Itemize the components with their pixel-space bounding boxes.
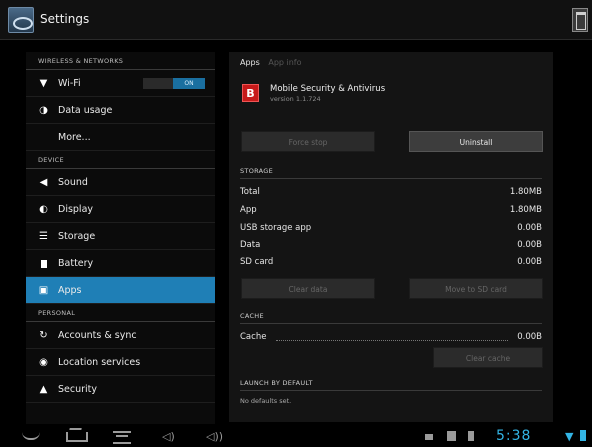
overflow-menu-icon[interactable] [572,8,588,32]
cache-header: CACHE [240,312,264,320]
move-to-sd-button[interactable]: Move to SD card [409,278,543,299]
row-value: 0.00B [517,332,542,342]
nav-item-security[interactable]: ▲ Security [26,376,215,403]
settings-app-icon[interactable] [8,7,34,33]
row-label: SD card [240,257,274,267]
app-version: version 1.1.724 [270,95,321,103]
uninstall-button[interactable]: Uninstall [409,131,543,152]
nav-item-more[interactable]: More... [26,124,215,151]
app-icon: B [242,84,259,102]
nav-item-battery[interactable]: Battery [26,250,215,277]
speaker-icon: ◀ [39,177,48,188]
row-label: App [240,205,257,215]
nav-item-label: Sound [58,177,88,188]
battery-icon [38,258,49,269]
nav-item-label: Location services [58,357,141,368]
nav-item-label: Storage [58,231,96,242]
nav-item-label: Display [58,204,94,215]
clear-data-button[interactable]: Clear data [241,278,375,299]
launch-default-header: LAUNCH BY DEFAULT [240,379,313,387]
action-bar-title: Settings [40,12,90,26]
nav-item-location[interactable]: ◉ Location services [26,349,215,376]
nav-item-label: Apps [58,285,82,296]
breadcrumb-apps[interactable]: Apps [240,58,260,67]
app-name: Mobile Security & Antivirus [270,84,386,94]
row-label: Data [240,240,261,250]
nav-item-data-usage[interactable]: ◑ Data usage [26,97,215,124]
nav-item-label: Data usage [58,105,113,116]
usb-icon [425,434,433,440]
row-value: 1.80MB [509,205,542,215]
breadcrumb-app-info: App info [268,58,302,67]
home-icon[interactable] [66,430,88,442]
section-header-personal: PERSONAL [26,304,215,322]
nav-item-storage[interactable]: ☰ Storage [26,223,215,250]
row-label: Total [240,187,260,197]
volume-down-icon[interactable]: ◁) [162,430,175,444]
nav-item-label: Battery [58,258,94,269]
apps-icon: ▣ [38,285,49,296]
storage-header: STORAGE [240,167,274,175]
nav-item-label: Accounts & sync [58,330,137,341]
lock-icon: ▲ [39,384,48,395]
row-value: 0.00B [517,240,542,250]
system-bar: ◁) ◁)) 5:38 ▼ [0,427,592,447]
nav-item-label: More... [58,132,91,143]
storage-row-app: App 1.80MB [240,202,542,219]
nav-item-label: Wi-Fi [58,78,81,89]
app-info-panel: Apps App info B Mobile Security & Antivi… [229,52,553,422]
volume-up-icon[interactable]: ◁)) [206,430,223,444]
storage-row-usb: USB storage app 0.00B [240,220,542,237]
sd-card-icon [468,431,474,441]
row-value: 0.00B [517,257,542,267]
divider [240,323,542,324]
nav-item-display[interactable]: ◐ Display [26,196,215,223]
force-stop-button[interactable]: Force stop [241,131,375,152]
divider [240,178,542,179]
toggle-state: ON [173,78,205,89]
storage-row-sd-card: SD card 0.00B [240,254,542,271]
storage-icon: ☰ [39,231,48,242]
nav-item-accounts-sync[interactable]: ↻ Accounts & sync [26,322,215,349]
display-icon: ◐ [39,204,48,215]
app-header: B Mobile Security & Antivirus version 1.… [229,74,553,112]
row-value: 0.00B [517,223,542,233]
wifi-signal-icon: ▼ [565,430,574,443]
section-header-wireless: WIRELESS & NETWORKS [26,52,215,70]
nav-item-wifi[interactable]: ▼ Wi-Fi ON [26,70,215,97]
row-value: 1.80MB [509,187,542,197]
storage-row-data: Data 0.00B [240,237,542,254]
nav-item-sound[interactable]: ◀ Sound [26,169,215,196]
row-label: Cache [240,332,267,342]
clock: 5:38 [496,428,532,444]
wifi-toggle[interactable]: ON [143,78,205,89]
dotted-leader [276,340,508,341]
recent-apps-icon[interactable] [113,430,133,444]
notification-icon [447,431,456,441]
data-usage-icon: ◑ [39,105,48,116]
nav-item-apps[interactable]: ▣ Apps [26,277,215,304]
launch-default-note: No defaults set. [240,397,292,405]
nav-item-label: Security [58,384,98,395]
storage-row-total: Total 1.80MB [240,184,542,201]
sync-icon: ↻ [39,330,48,341]
action-bar: Settings [0,0,592,40]
clear-cache-button[interactable]: Clear cache [433,347,543,368]
settings-nav: WIRELESS & NETWORKS ▼ Wi-Fi ON ◑ Data us… [26,52,215,424]
section-header-device: DEVICE [26,151,215,169]
row-label: USB storage app [240,223,312,233]
back-icon[interactable] [22,430,42,440]
wifi-icon: ▼ [39,78,48,89]
breadcrumb: Apps App info [229,52,553,74]
location-icon: ◉ [39,357,48,368]
divider [240,390,542,391]
cache-row: Cache 0.00B [240,329,542,345]
battery-status-icon [580,430,586,441]
